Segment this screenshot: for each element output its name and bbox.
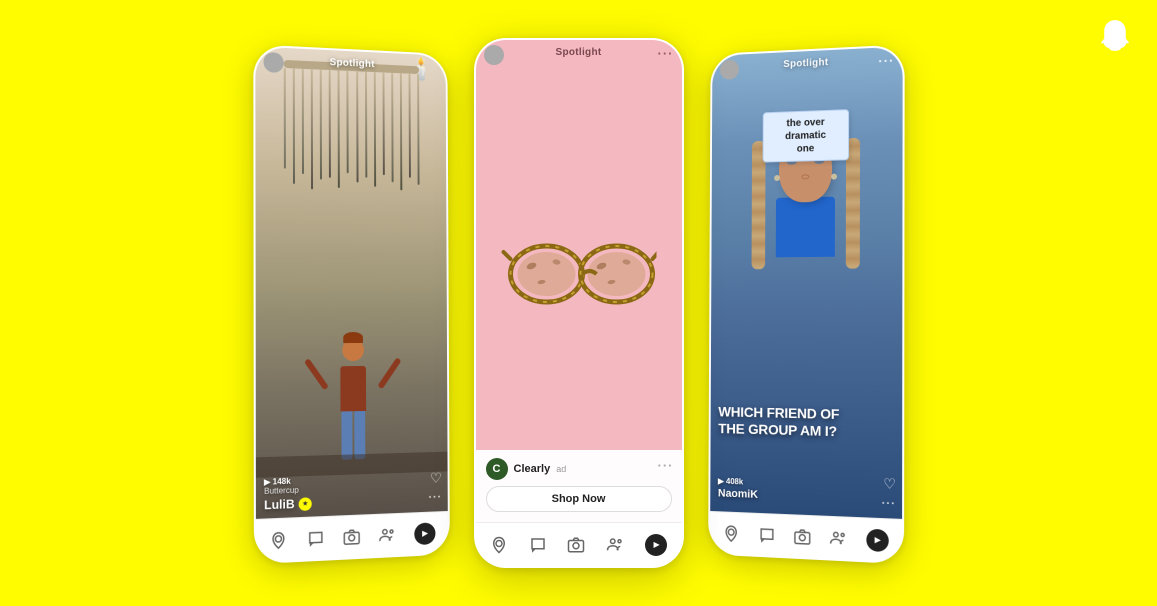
right-more-dots-top[interactable]: ···: [878, 53, 894, 69]
right-big-text: WHICH FRIEND OF THE GROUP AM I?: [718, 404, 873, 441]
sticky-line-3: one: [771, 141, 840, 156]
center-screen: Spotlight ···: [476, 40, 682, 522]
center-avatar: [484, 45, 504, 65]
left-bottom-nav: ▶: [255, 511, 447, 562]
right-bottom-nav: ▶: [710, 511, 902, 562]
person-figure: [323, 339, 383, 461]
nav-camera-icon-center[interactable]: [567, 536, 585, 554]
nav-chat-icon-right[interactable]: [757, 525, 775, 544]
center-ad-more-dots[interactable]: ···: [658, 458, 674, 473]
right-overlay-bottom: ▶ 408k NaomiK: [717, 477, 757, 501]
nav-camera-icon-left[interactable]: [342, 527, 360, 546]
shop-now-button[interactable]: Shop Now: [486, 486, 672, 512]
center-more-dots[interactable]: ···: [658, 46, 674, 61]
right-screen: the over dramatic one Spotlight ··· WHIC…: [710, 46, 902, 518]
snapchat-logo: [1097, 18, 1133, 59]
nav-friends-icon-left[interactable]: [378, 526, 396, 545]
right-more-dots-bottom[interactable]: ···: [881, 498, 895, 511]
left-overlay: ▶ 148k Buttercup LuliB ★: [264, 472, 440, 513]
macrame-fringe: [283, 68, 419, 192]
nav-friends-icon-center[interactable]: [606, 536, 624, 554]
glasses-image: [501, 224, 656, 319]
advertiser-name: Clearly: [514, 463, 551, 475]
nav-chat-icon-center[interactable]: [529, 536, 547, 554]
left-more-dots[interactable]: ···: [428, 491, 441, 503]
phone-center: Spotlight ···: [474, 38, 684, 568]
glasses-svg: [501, 224, 656, 314]
left-screen: 🕯️: [255, 46, 447, 518]
phone-left: 🕯️: [253, 44, 450, 564]
nav-map-icon-right[interactable]: [722, 524, 739, 543]
nav-friends-icon-right[interactable]: [829, 529, 847, 548]
verified-badge: ★: [298, 497, 311, 511]
nav-play-icon-left[interactable]: ▶: [414, 522, 435, 545]
advertiser-row: C Clearly ad: [486, 458, 672, 480]
right-avatar: [719, 59, 738, 79]
phone-right: the over dramatic one Spotlight ··· WHIC…: [708, 44, 905, 564]
nav-chat-icon-left[interactable]: [306, 529, 324, 548]
left-avatar: [263, 52, 283, 73]
right-view-count: ▶ 408k: [717, 477, 757, 487]
nav-camera-icon-right[interactable]: [793, 527, 811, 546]
center-bottom-nav: ▶: [476, 522, 682, 566]
nav-map-icon-left[interactable]: [269, 530, 287, 549]
right-heart[interactable]: ♡: [883, 475, 896, 493]
center-ad-bottom: C Clearly ad Shop Now ···: [476, 450, 682, 522]
left-spotlight-label: Spotlight: [329, 57, 374, 70]
advertiser-logo: C: [486, 458, 508, 480]
phones-container: 🕯️: [0, 0, 1157, 606]
left-username: LuliB: [264, 497, 295, 512]
ad-label: ad: [556, 464, 566, 474]
center-spotlight-label: Spotlight: [555, 47, 601, 58]
ghost-icon: [1097, 18, 1133, 54]
center-header: Spotlight ···: [476, 40, 682, 65]
nav-play-icon-right[interactable]: ▶: [866, 528, 888, 552]
nav-play-icon-center[interactable]: ▶: [645, 534, 667, 556]
left-heart[interactable]: ♡: [429, 470, 441, 487]
sticky-note: the over dramatic one: [762, 109, 849, 162]
nav-map-icon-center[interactable]: [490, 536, 508, 554]
right-username: NaomiK: [717, 487, 757, 500]
right-spotlight-label: Spotlight: [783, 57, 828, 70]
